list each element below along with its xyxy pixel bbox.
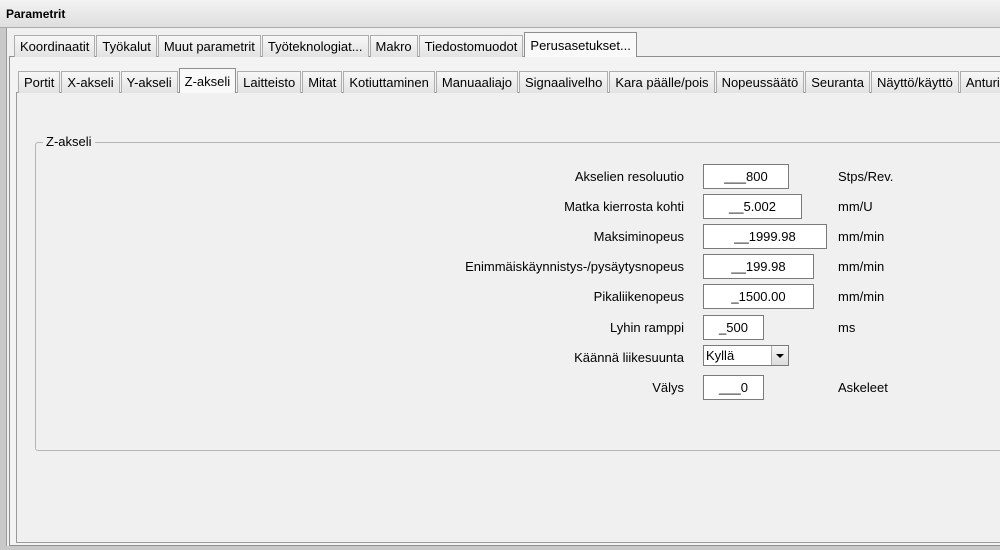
subtab-kotiuttaminen[interactable]: Kotiuttaminen bbox=[343, 71, 435, 93]
top-tab-bar: Koordinaatit Työkalut Muut parametrit Työte… bbox=[14, 32, 638, 57]
window-bottom-border bbox=[0, 546, 1000, 550]
rapid-input[interactable] bbox=[703, 284, 814, 309]
start-stop-label: Enimmäiskäynnistys-/pysäytysnopeus bbox=[465, 259, 684, 274]
window-title: Parametrit bbox=[6, 7, 66, 21]
subtab-näyttö-käyttö[interactable]: Näyttö/käyttö bbox=[870, 71, 959, 93]
subtab-laitteisto[interactable]: Laitteisto bbox=[237, 71, 302, 93]
resolution-label: Akselien resoluutio bbox=[574, 169, 684, 184]
subtab-manuaaliajo[interactable]: Manuaaliajo bbox=[435, 71, 518, 93]
tab-muut-parametrit[interactable]: Muut parametrit bbox=[157, 35, 261, 57]
short-ramp-input[interactable] bbox=[703, 315, 764, 340]
max-speed-input[interactable] bbox=[703, 224, 827, 249]
travel-label: Matka kierrosta kohti bbox=[564, 199, 684, 214]
rapid-unit: mm/min bbox=[838, 289, 885, 304]
subtab-anturi[interactable]: Anturi bbox=[959, 71, 1000, 93]
reverse-label: Käännä liikesuunta bbox=[574, 350, 684, 365]
sub-tab-bar: Portit X-akseli Y-akseli Z-akseli Laitteisto… bbox=[18, 68, 1000, 93]
subtab-z-akseli[interactable]: Z-akseli bbox=[178, 68, 237, 93]
rapid-label: Pikaliikenopeus bbox=[593, 289, 684, 304]
tab-työkalut[interactable]: Työkalut bbox=[96, 35, 157, 57]
short-ramp-unit: ms bbox=[838, 320, 856, 335]
resolution-unit: Stps/Rev. bbox=[838, 169, 894, 184]
backlash-label: Välys bbox=[652, 380, 684, 395]
subtab-signaalivelho[interactable]: Signaalivelho bbox=[518, 71, 609, 93]
travel-unit: mm/U bbox=[838, 199, 873, 214]
max-speed-label: Maksiminopeus bbox=[593, 229, 684, 244]
subtab-portit[interactable]: Portit bbox=[18, 71, 61, 93]
start-stop-unit: mm/min bbox=[838, 259, 885, 274]
tab-työteknologiat[interactable]: Työteknologiat... bbox=[261, 35, 369, 57]
reverse-selected-value: Kyllä bbox=[706, 348, 735, 363]
reverse-direction-select[interactable]: Kyllä bbox=[703, 345, 789, 366]
subtab-kara-päälle-pois[interactable]: Kara päälle/pois bbox=[609, 71, 715, 93]
subtab-mitat[interactable]: Mitat bbox=[302, 71, 343, 93]
subtab-y-akseli[interactable]: Y-akseli bbox=[120, 71, 178, 93]
max-speed-unit: mm/min bbox=[838, 229, 885, 244]
chevron-down-icon[interactable] bbox=[771, 346, 788, 365]
tab-tiedostomuodot[interactable]: Tiedostomuodot bbox=[418, 35, 524, 57]
backlash-unit: Askeleet bbox=[838, 380, 888, 395]
backlash-input[interactable] bbox=[703, 375, 764, 400]
subtab-x-akseli[interactable]: X-akseli bbox=[61, 71, 120, 93]
tab-perusasetukset[interactable]: Perusasetukset... bbox=[524, 32, 637, 57]
title-bar: Parametrit bbox=[0, 0, 1000, 28]
subtab-seuranta[interactable]: Seuranta bbox=[805, 71, 870, 93]
group-title: Z-akseli bbox=[43, 134, 95, 149]
start-stop-input[interactable] bbox=[703, 254, 814, 279]
tab-koordinaatit[interactable]: Koordinaatit bbox=[14, 35, 96, 57]
resolution-input[interactable] bbox=[703, 164, 789, 189]
travel-input[interactable] bbox=[703, 194, 802, 219]
subtab-nopeussäätö[interactable]: Nopeussäätö bbox=[715, 71, 805, 93]
tab-makro[interactable]: Makro bbox=[369, 35, 418, 57]
window-left-border bbox=[0, 28, 7, 550]
short-ramp-label: Lyhin ramppi bbox=[610, 320, 684, 335]
